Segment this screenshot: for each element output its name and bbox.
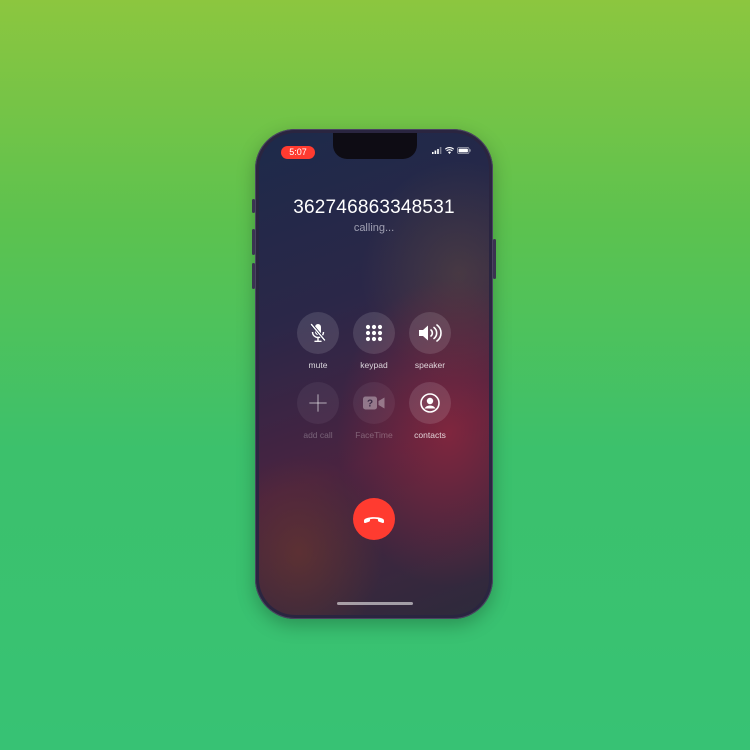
phone-frame: 5:07 362746863348531 calling... mute key… [252,129,496,619]
caller-number: 362746863348531 [293,197,455,218]
mic-slash-icon [310,323,326,342]
wifi-icon [445,147,454,154]
add-call-button[interactable]: add call [288,382,348,440]
svg-text:?: ? [367,399,373,410]
notch [333,133,417,159]
contacts-label: contacts [414,430,446,440]
facetime-icon: ? [363,396,385,410]
add-call-circle[interactable] [297,382,339,424]
speaker-icon [419,324,442,342]
status-time-pill[interactable]: 5:07 [281,146,315,159]
mute-label: mute [308,360,328,370]
volume-down-button [252,263,255,289]
home-indicator[interactable] [337,602,413,605]
call-screen: 5:07 362746863348531 calling... mute key… [259,133,489,615]
keypad-button[interactable]: keypad [344,312,404,370]
keypad-label: keypad [360,360,388,370]
call-status: calling... [353,222,395,234]
add-call-label: add call [303,430,333,440]
speaker-label: speaker [414,360,446,370]
volume-up-button [252,229,255,255]
facetime-label: FaceTime [355,430,393,440]
speaker-circle[interactable] [409,312,451,354]
end-call-button[interactable] [353,498,395,540]
battery-icon [457,147,471,154]
facetime-button[interactable]: ? FaceTime [344,382,404,440]
contacts-icon [420,393,440,413]
mute-circle[interactable] [297,312,339,354]
contacts-button[interactable]: contacts [400,382,460,440]
keypad-icon [365,324,383,342]
action-button [252,199,255,213]
facetime-circle[interactable]: ? [353,382,395,424]
status-icons [432,147,471,154]
plus-icon [309,394,327,412]
power-button [493,239,496,279]
keypad-circle[interactable] [353,312,395,354]
mute-button[interactable]: mute [288,312,348,370]
speaker-button[interactable]: speaker [400,312,460,370]
contacts-circle[interactable] [409,382,451,424]
signal-icon [432,147,442,154]
end-call-icon [364,517,384,524]
